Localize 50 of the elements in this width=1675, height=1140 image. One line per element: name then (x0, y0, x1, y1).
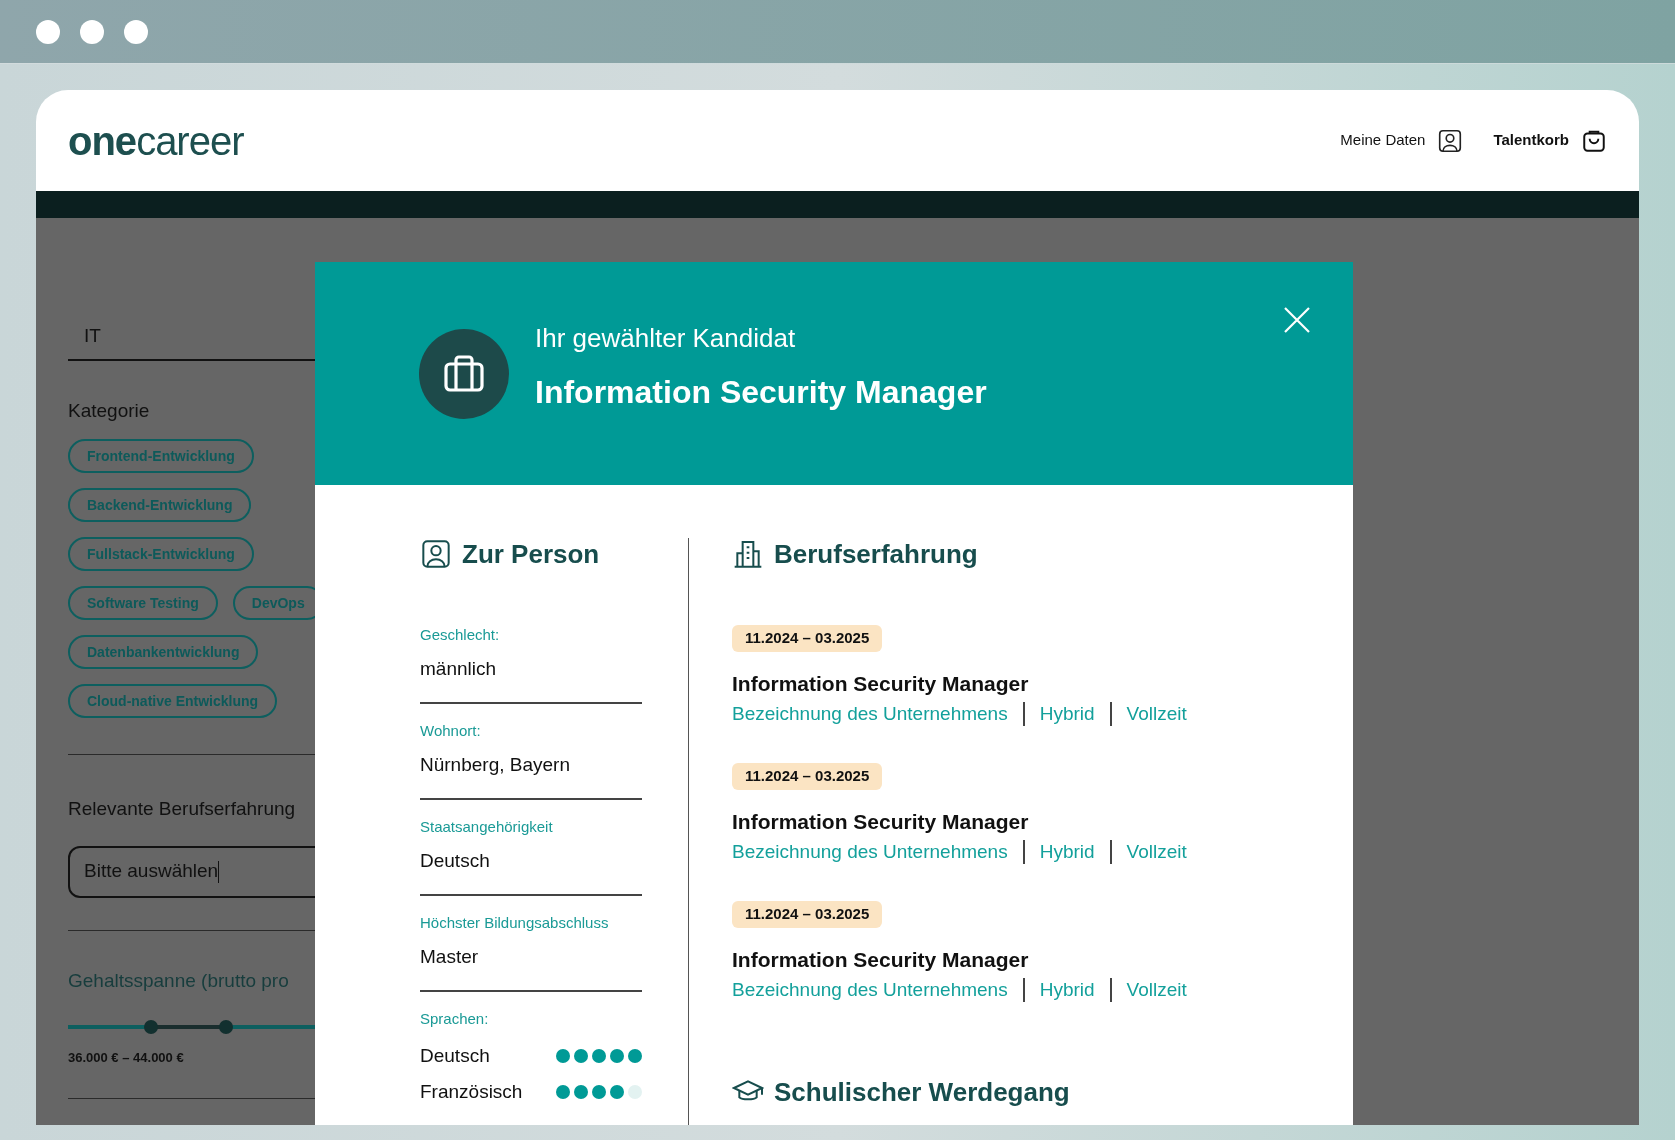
field-label: Sprachen: (420, 1009, 490, 1029)
field-label: Wohnort: (420, 721, 482, 741)
category-chip[interactable]: Frontend-Entwicklung (68, 439, 254, 473)
category-chip[interactable]: Software Testing (68, 586, 218, 620)
section-title: Gehaltsspanne (brutto pro (68, 968, 290, 993)
category-chip[interactable]: Fullstack-Entwicklung (68, 537, 254, 571)
basket-link[interactable]: Talentkorb (1493, 127, 1607, 154)
field-label: Staatsangehörigkeit (420, 817, 554, 837)
range-reading: 36.000 € – 44.000 € (68, 1049, 185, 1067)
job-attribute: Hybrid (1039, 978, 1095, 1002)
date-badge: 11.2024 – 03.2025 (732, 625, 883, 652)
date-badge: 11.2024 – 03.2025 (732, 763, 883, 790)
section-title: Kategorie (68, 398, 151, 423)
section-heading: Schulischer Werdegang (774, 1075, 1070, 1109)
category-chip[interactable]: Backend-Entwicklung (68, 488, 252, 522)
field-label: Höchster Bildungsabschluss (420, 913, 610, 933)
field-label: Geschlecht: (420, 625, 501, 645)
slider-thumb[interactable] (143, 1020, 158, 1034)
section-heading: Zur Person (462, 537, 600, 571)
field-value: männlich (420, 657, 498, 681)
field-value: Nürnberg, Bayern (420, 753, 571, 777)
job-title: Information Security Manager (732, 947, 1029, 973)
company-name: Bezeichnung des Unternehmens (732, 840, 1008, 864)
job-attribute: Vollzeit (1126, 702, 1187, 726)
section-heading: Berufserfahrung (774, 537, 978, 571)
category-chip[interactable]: Cloud-native Entwicklung (68, 684, 278, 718)
section-title: Relevante Berufserfahrung (68, 797, 297, 821)
job-title: Information Security Manager (732, 671, 1029, 697)
person-icon (1437, 127, 1464, 154)
company-name: Bezeichnung des Unternehmens (732, 702, 1008, 726)
account-link[interactable]: Meine Daten (1340, 127, 1464, 154)
person-icon (420, 538, 452, 570)
job-title: Information Security Manager (732, 809, 1029, 835)
job-attribute: Hybrid (1039, 702, 1095, 726)
modal-subtitle: Ihr gewählter Kandidat (535, 322, 797, 355)
job-attribute: Vollzeit (1126, 978, 1187, 1002)
slider-thumb[interactable] (218, 1020, 233, 1034)
language-name: Französisch (420, 1080, 523, 1104)
field-value: Master (420, 945, 480, 969)
category-chip[interactable]: Datenbankentwicklung (68, 635, 259, 669)
building-icon (732, 538, 764, 570)
logo[interactable]: onecareer (68, 120, 244, 161)
job-attribute: Hybrid (1039, 840, 1095, 864)
modal-title: Information Security Manager (535, 373, 987, 412)
range-slider[interactable] (68, 1020, 315, 1034)
job-attribute: Vollzeit (1126, 840, 1187, 864)
language-name: Deutsch (420, 1044, 490, 1068)
date-badge: 11.2024 – 03.2025 (732, 901, 883, 928)
company-name: Bezeichnung des Unternehmens (732, 978, 1008, 1002)
field-value: Deutsch (420, 849, 491, 873)
